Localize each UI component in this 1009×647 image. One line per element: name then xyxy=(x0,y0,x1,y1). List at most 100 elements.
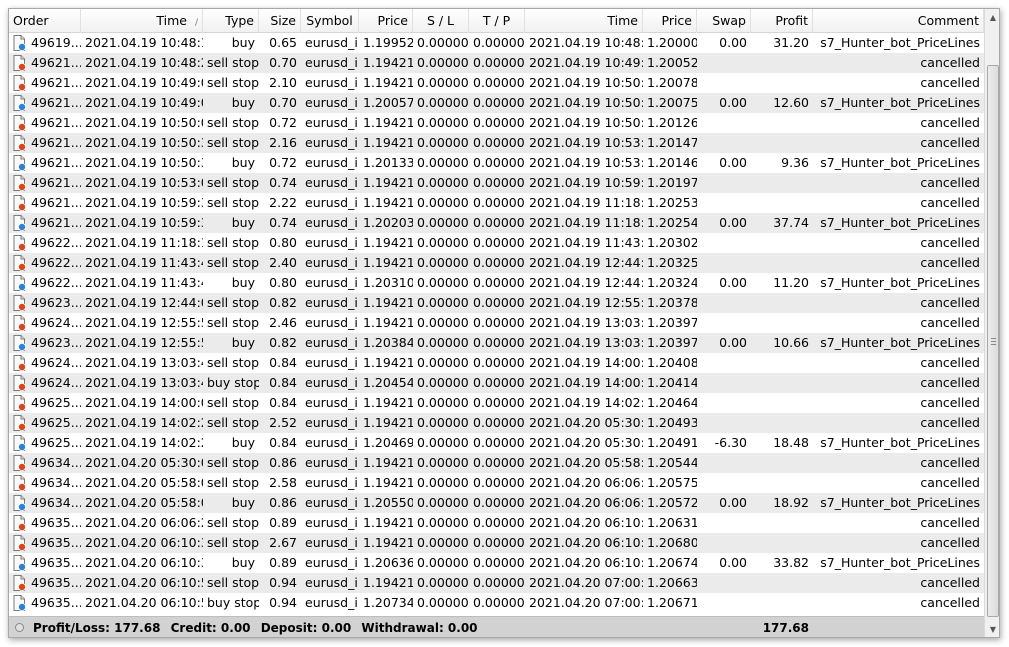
row-profit xyxy=(751,413,813,433)
vertical-scrollbar[interactable]: ▲ ▼ xyxy=(984,9,999,637)
row-size: 0.84 xyxy=(269,395,297,410)
table-row[interactable]: 49634... 2021.04.20 05:58:04 sell stop 2.58… xyxy=(9,473,984,493)
row-profit xyxy=(751,473,813,493)
deposit-summary: Deposit: 0.00 xyxy=(260,621,352,635)
row-order-number: 49624... xyxy=(31,355,81,370)
table-row[interactable]: 49635... 2021.04.20 06:06:29 sell stop 0.89… xyxy=(9,513,984,533)
column-header-tp[interactable]: T / P xyxy=(469,9,525,33)
table-row[interactable]: 49625... 2021.04.19 14:02:25 sell stop 2.52… xyxy=(9,413,984,433)
row-close-time: 2021.04.19 13:03:41 xyxy=(529,315,643,330)
column-header-comment[interactable]: Comment xyxy=(813,9,984,33)
row-close-price: 1.20544 xyxy=(647,455,697,470)
table-row[interactable]: 49624... 2021.04.19 12:55:52 sell stop 2.46… xyxy=(9,313,984,333)
row-comment: s7_Hunter_bot_PriceLines xyxy=(820,555,980,570)
table-row[interactable]: 49619... 2021.04.19 10:48:13 buy 0.65 eurusd… xyxy=(9,33,984,53)
row-take-profit: 0.00000 xyxy=(473,395,525,410)
column-header-type[interactable]: Type xyxy=(203,9,259,33)
order-document-icon xyxy=(13,135,26,151)
row-swap xyxy=(697,593,751,613)
table-row[interactable]: 49621... 2021.04.19 10:53:04 sell stop 0.74… xyxy=(9,173,984,193)
row-take-profit: 0.00000 xyxy=(473,415,525,430)
column-header-order[interactable]: Order xyxy=(9,9,81,33)
table-row[interactable]: 49635... 2021.04.20 06:10:31 buy 0.89 eurusd… xyxy=(9,553,984,573)
table-row[interactable]: 49621... 2021.04.19 10:50:38 buy 0.72 eurusd… xyxy=(9,153,984,173)
row-size: 0.72 xyxy=(269,155,297,170)
table-row[interactable]: 49621... 2021.04.19 10:59:30 sell stop 2.22… xyxy=(9,193,984,213)
column-header-close-price[interactable]: Price xyxy=(643,9,697,33)
row-open-price: 1.19421 xyxy=(363,475,413,490)
scroll-down-arrow-icon[interactable]: ▼ xyxy=(985,621,999,637)
table-row[interactable]: 49634... 2021.04.20 05:30:01 sell stop 0.86… xyxy=(9,453,984,473)
row-symbol: eurusd_i xyxy=(305,555,358,570)
column-header-price[interactable]: Price xyxy=(359,9,413,33)
table-row[interactable]: 49635... 2021.04.20 06:10:54 buy stop 0.94 e… xyxy=(9,593,984,613)
row-stop-loss: 0.00000 xyxy=(417,415,469,430)
table-row[interactable]: 49625... 2021.04.19 14:00:00 sell stop 0.84… xyxy=(9,393,984,413)
row-close-price: 1.20674 xyxy=(647,555,697,570)
scroll-up-arrow-icon[interactable]: ▲ xyxy=(985,9,999,26)
row-symbol: eurusd_i xyxy=(305,215,358,230)
row-close-time: 2021.04.20 05:58:04 xyxy=(529,455,643,470)
scrollbar-thumb[interactable] xyxy=(987,65,999,617)
table-row[interactable]: 49634... 2021.04.20 05:58:04 buy 0.86 eurusd… xyxy=(9,493,984,513)
row-close-time: 2021.04.19 11:43:45 xyxy=(529,235,643,250)
row-order: 49622... xyxy=(9,253,81,273)
row-open-time: 2021.04.20 05:58:04 xyxy=(85,475,203,490)
column-header-time-label: Time xyxy=(156,13,187,28)
row-open-time: 2021.04.19 11:18:19 xyxy=(85,235,203,250)
row-type: sell stop xyxy=(207,475,259,490)
column-header-swap[interactable]: Swap xyxy=(697,9,751,33)
row-type: buy xyxy=(231,215,255,230)
column-header-close-time[interactable]: Time xyxy=(525,9,643,33)
row-open-time: 2021.04.19 10:53:04 xyxy=(85,175,203,190)
row-type: buy xyxy=(231,495,255,510)
table-row[interactable]: 49623... 2021.04.19 12:55:51 buy 0.82 eurusd… xyxy=(9,333,984,353)
row-close-price: 1.20254 xyxy=(647,215,697,230)
table-row[interactable]: 49624... 2021.04.19 13:03:42 sell stop 0.84… xyxy=(9,353,984,373)
table-row[interactable]: 49625... 2021.04.19 14:02:25 buy 0.84 eurusd… xyxy=(9,433,984,453)
row-type: sell stop xyxy=(207,515,259,530)
row-order-number: 49621... xyxy=(31,155,81,170)
table-row[interactable]: 49621... 2021.04.19 10:49:09 sell stop 2.10… xyxy=(9,73,984,93)
row-type: sell stop xyxy=(207,235,259,250)
table-row[interactable]: 49635... 2021.04.20 06:10:54 sell stop 0.94… xyxy=(9,573,984,593)
row-stop-loss: 0.00000 xyxy=(417,215,469,230)
order-document-icon xyxy=(13,75,26,91)
row-comment: cancelled xyxy=(920,135,980,150)
row-type: sell stop xyxy=(207,175,259,190)
column-header-symbol[interactable]: Symbol xyxy=(301,9,359,33)
table-row[interactable]: 49621... 2021.04.19 10:48:21 sell stop 0.70… xyxy=(9,53,984,73)
row-order-number: 49622... xyxy=(31,275,81,290)
table-row[interactable]: 49621... 2021.04.19 10:50:05 sell stop 0.72… xyxy=(9,113,984,133)
column-header-size[interactable]: Size xyxy=(259,9,301,33)
column-header-profit[interactable]: Profit xyxy=(751,9,813,33)
row-stop-loss: 0.00000 xyxy=(417,235,469,250)
column-header-sl[interactable]: S / L xyxy=(413,9,469,33)
row-take-profit: 0.00000 xyxy=(473,115,525,130)
row-open-time: 2021.04.19 14:02:25 xyxy=(85,435,203,450)
row-comment: s7_Hunter_bot_PriceLines xyxy=(820,495,980,510)
row-comment: cancelled xyxy=(920,515,980,530)
column-header-time[interactable]: Time / xyxy=(81,9,203,33)
row-symbol: eurusd_i xyxy=(305,315,358,330)
row-comment: s7_Hunter_bot_PriceLines xyxy=(820,335,980,350)
table-row[interactable]: 49624... 2021.04.19 13:03:41 buy stop 0.84 e… xyxy=(9,373,984,393)
row-open-time: 2021.04.19 11:43:45 xyxy=(85,255,203,270)
row-open-time: 2021.04.19 10:59:30 xyxy=(85,215,203,230)
table-row[interactable]: 49621... 2021.04.19 10:49:09 buy 0.70 eurusd… xyxy=(9,93,984,113)
row-close-price: 1.20572 xyxy=(647,495,697,510)
table-row[interactable]: 49635... 2021.04.20 06:10:31 sell stop 2.67… xyxy=(9,533,984,553)
row-open-time: 2021.04.19 13:03:42 xyxy=(85,355,203,370)
table-row[interactable]: 49621... 2021.04.19 10:59:30 buy 0.74 eurusd… xyxy=(9,213,984,233)
order-document-icon xyxy=(13,475,26,491)
table-row[interactable]: 49622... 2021.04.19 11:18:19 sell stop 0.80… xyxy=(9,233,984,253)
row-close-price: 1.20075 xyxy=(647,95,697,110)
row-take-profit: 0.00000 xyxy=(473,195,525,210)
table-row[interactable]: 49622... 2021.04.19 11:43:45 buy 0.80 eurusd… xyxy=(9,273,984,293)
row-profit xyxy=(751,293,813,313)
table-row[interactable]: 49621... 2021.04.19 10:50:38 sell stop 2.16… xyxy=(9,133,984,153)
table-row[interactable]: 49623... 2021.04.19 12:44:06 sell stop 0.82… xyxy=(9,293,984,313)
table-row[interactable]: 49622... 2021.04.19 11:43:45 sell stop 2.40… xyxy=(9,253,984,273)
row-close-time: 2021.04.20 05:30:00 xyxy=(529,415,643,430)
sort-indicator-icon: / xyxy=(194,18,198,28)
